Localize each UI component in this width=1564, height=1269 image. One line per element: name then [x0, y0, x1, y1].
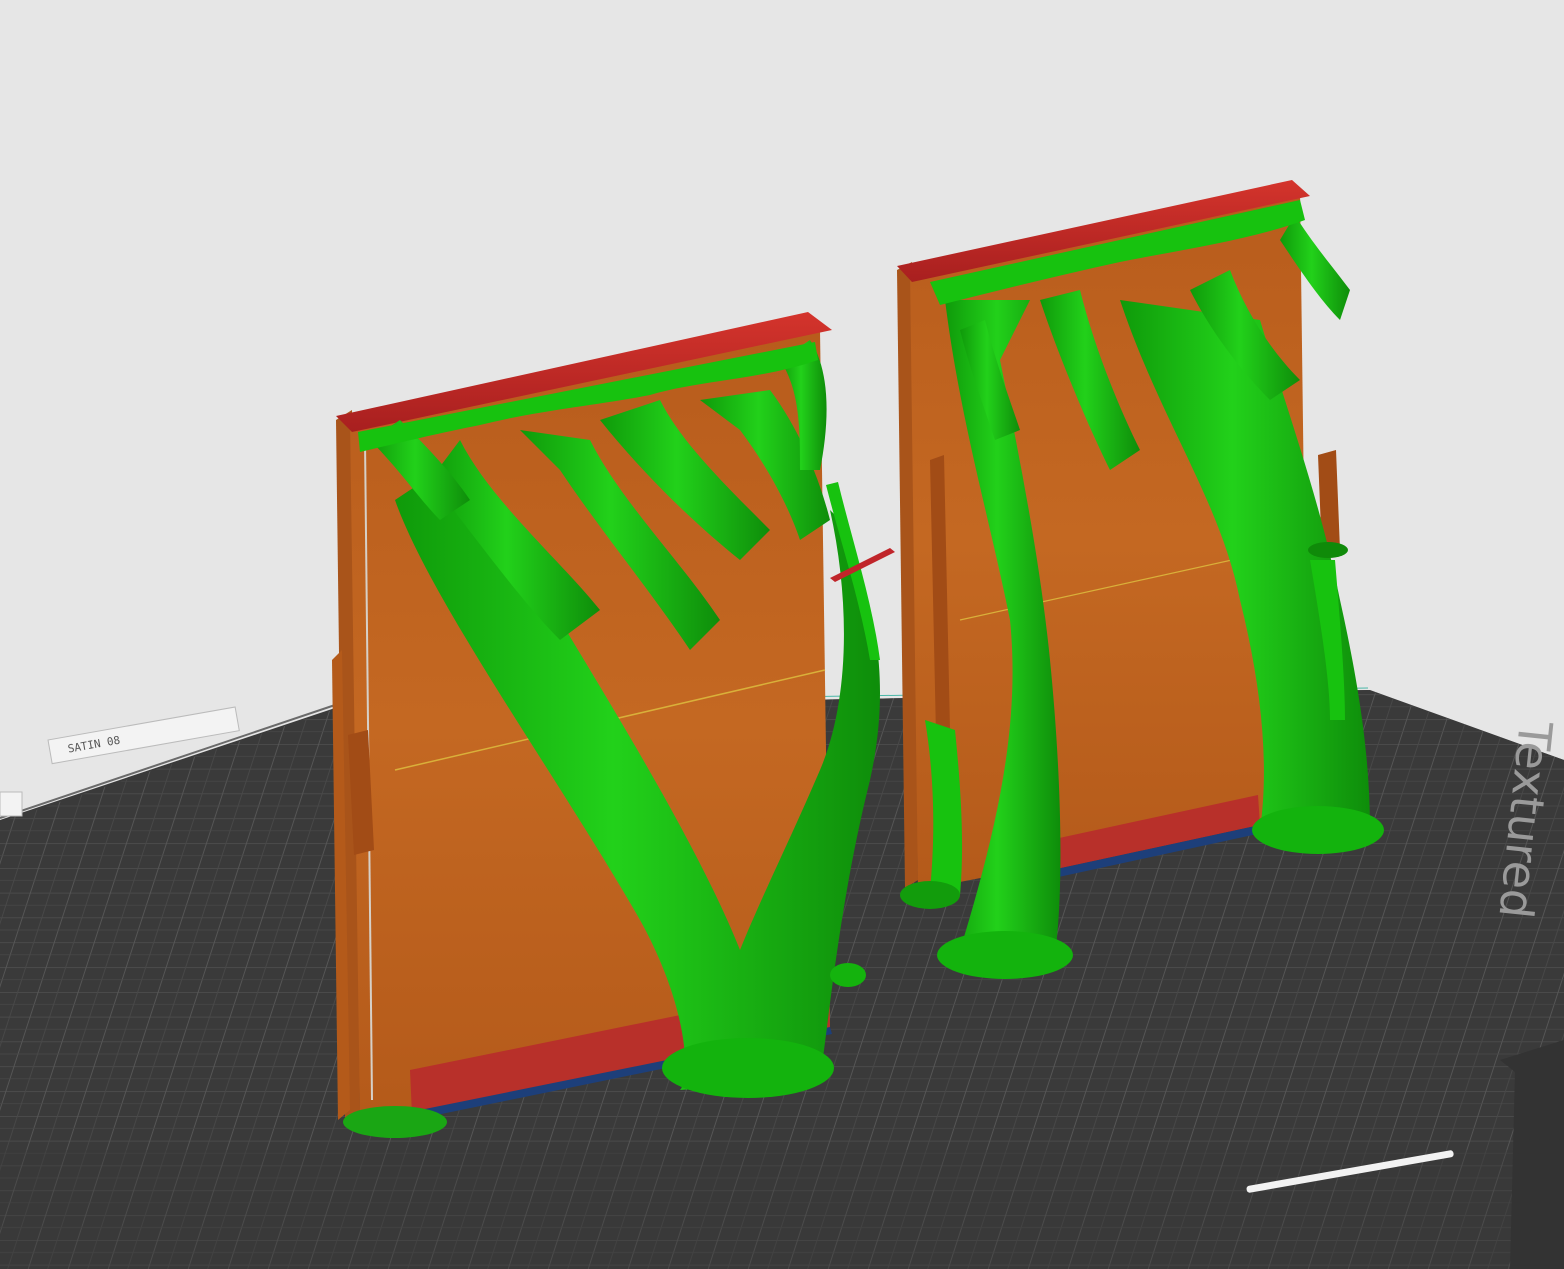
- left-support-foot: [662, 1038, 834, 1098]
- 3d-preview-viewport[interactable]: SATIN 08 Textured: [0, 0, 1564, 1269]
